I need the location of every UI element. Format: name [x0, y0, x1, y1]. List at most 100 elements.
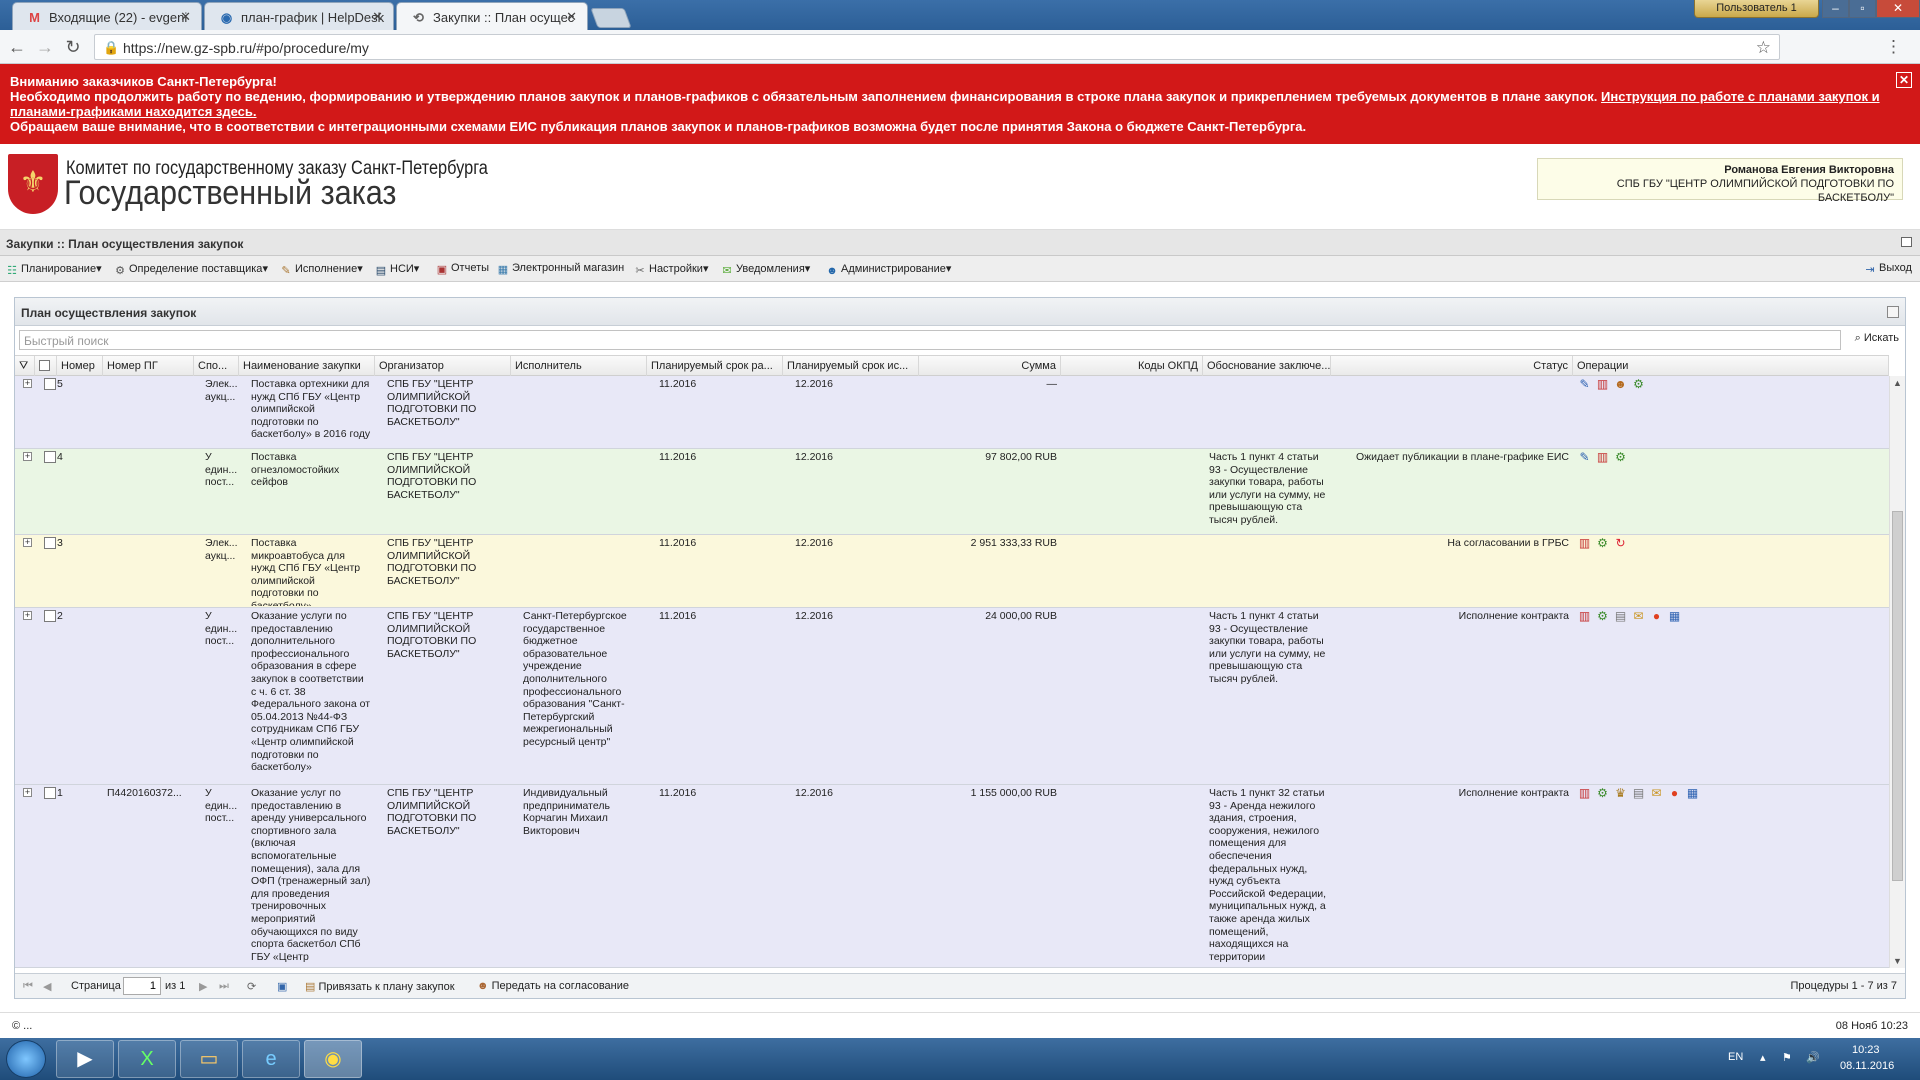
new-tab-button[interactable] — [590, 8, 632, 28]
prev-page-icon[interactable]: ◀ — [43, 980, 51, 993]
excel-icon[interactable]: X — [118, 1040, 176, 1078]
quick-search-input[interactable]: Быстрый поиск — [19, 330, 1841, 350]
chrome-icon[interactable]: ◉ — [304, 1040, 362, 1078]
clock-date[interactable]: 08.11.2016 — [1840, 1060, 1894, 1072]
operation-icon[interactable]: ▥ — [1595, 377, 1610, 392]
next-page-icon[interactable]: ▶ — [199, 980, 207, 993]
save-icon[interactable]: ▣ — [277, 980, 287, 993]
table-row[interactable]: +5 Элек... аукц... Поставка ортехники для … — [15, 376, 1889, 449]
menu-supplier[interactable]: ⚙ Определение поставщика▾ — [114, 262, 268, 277]
action-center-icon[interactable]: ⚑ — [1782, 1051, 1792, 1064]
filter-icon[interactable]: ⛛ — [15, 356, 35, 376]
row-checkbox[interactable] — [44, 610, 56, 622]
menu-eshop[interactable]: ▦ Электронный магазин — [497, 262, 624, 276]
col-executor[interactable]: Исполнитель — [511, 356, 647, 376]
volume-icon[interactable]: 🔊 — [1806, 1051, 1820, 1064]
operation-icon[interactable]: ✉ — [1631, 609, 1646, 624]
operation-icon[interactable]: ⚙ — [1613, 450, 1628, 465]
operation-icon[interactable]: ⚙ — [1595, 786, 1610, 801]
col-sum[interactable]: Сумма — [919, 356, 1061, 376]
operation-icon[interactable]: ✎ — [1577, 450, 1592, 465]
operation-icon[interactable]: ▦ — [1667, 609, 1682, 624]
col-status[interactable]: Статус — [1331, 356, 1573, 376]
collapse-icon[interactable] — [1901, 237, 1912, 247]
menu-nsi[interactable]: ▤ НСИ▾ — [375, 262, 420, 277]
expand-row-icon[interactable]: + — [23, 611, 32, 620]
profile-badge[interactable]: Пользователь 1 — [1694, 0, 1819, 18]
url-field[interactable]: 🔒 https://new.gz-spb.ru/#po/procedure/my… — [94, 34, 1780, 60]
row-checkbox[interactable] — [44, 537, 56, 549]
first-page-icon[interactable]: ⏮ — [23, 980, 33, 993]
menu-admin[interactable]: ☻ Администрирование▾ — [826, 262, 951, 277]
send-approval-button[interactable]: ☻ Передать на согласование — [477, 980, 629, 992]
forward-icon[interactable]: → — [34, 36, 56, 58]
tab-helpdesk[interactable]: ◉ план-график | HelpDesk ✕ — [204, 2, 394, 30]
page-input[interactable] — [123, 977, 161, 995]
language-indicator[interactable]: EN — [1728, 1051, 1743, 1063]
col-organizer[interactable]: Организатор — [375, 356, 511, 376]
operation-icon[interactable]: ⚙ — [1595, 609, 1610, 624]
expand-row-icon[interactable]: + — [23, 379, 32, 388]
tab-gmail[interactable]: M Входящие (22) - evgeni ✕ — [12, 2, 202, 30]
col-pg-number[interactable]: Номер ПГ — [103, 356, 194, 376]
maximize-button[interactable]: ▫ — [1849, 0, 1876, 18]
refresh-panel-icon[interactable] — [1887, 306, 1899, 318]
close-icon[interactable]: ✕ — [372, 9, 383, 25]
col-name[interactable]: Наименование закупки — [239, 356, 375, 376]
user-info-box[interactable]: Романова Евгения Викторовна СПБ ГБУ "ЦЕН… — [1537, 158, 1903, 204]
close-icon[interactable]: ✕ — [566, 9, 577, 25]
explorer-icon[interactable]: ▭ — [180, 1040, 238, 1078]
menu-execution[interactable]: ✎ Исполнение▾ — [280, 262, 362, 277]
scroll-up-icon[interactable]: ▲ — [1893, 378, 1902, 388]
vertical-scrollbar[interactable]: ▲ ▼ — [1889, 376, 1905, 968]
operation-icon[interactable]: ▥ — [1595, 450, 1610, 465]
start-button[interactable] — [6, 1040, 46, 1078]
back-icon[interactable]: ← — [6, 36, 28, 58]
scroll-down-icon[interactable]: ▼ — [1893, 956, 1902, 966]
operation-icon[interactable]: ▥ — [1577, 609, 1592, 624]
operation-icon[interactable]: ☻ — [1613, 377, 1628, 392]
menu-settings[interactable]: ✂ Настройки▾ — [634, 262, 708, 277]
reload-icon[interactable]: ↻ — [62, 36, 84, 58]
bookmark-star-icon[interactable]: ☆ — [1756, 38, 1771, 58]
col-plan-start[interactable]: Планируемый срок ра... — [647, 356, 783, 376]
operation-icon[interactable]: ▥ — [1577, 786, 1592, 801]
col-okpd[interactable]: Коды ОКПД — [1061, 356, 1203, 376]
last-page-icon[interactable]: ⏭ — [219, 980, 229, 993]
menu-reports[interactable]: ▣ Отчеты — [436, 262, 489, 276]
operation-icon[interactable]: ↻ — [1613, 536, 1628, 551]
media-player-icon[interactable]: ▶ — [56, 1040, 114, 1078]
col-operations[interactable]: Операции — [1573, 356, 1889, 376]
tray-arrow-icon[interactable]: ▴ — [1760, 1051, 1766, 1064]
col-plan-end[interactable]: Планируемый срок ис... — [783, 356, 919, 376]
table-row[interactable]: +2 У един... пост... Оказание услуги по пр… — [15, 608, 1889, 785]
col-basis[interactable]: Обоснование заключе... — [1203, 356, 1331, 376]
operation-icon[interactable]: ⚙ — [1595, 536, 1610, 551]
select-all-checkbox[interactable] — [35, 356, 57, 376]
operation-icon[interactable]: ✎ — [1577, 377, 1592, 392]
expand-row-icon[interactable]: + — [23, 538, 32, 547]
notice-close-icon[interactable]: ✕ — [1896, 72, 1912, 88]
table-row[interactable]: +4 У един... пост... Поставка огнезломосто… — [15, 449, 1889, 535]
row-checkbox[interactable] — [44, 378, 56, 390]
refresh-icon[interactable]: ⟳ — [247, 980, 256, 993]
scroll-thumb[interactable] — [1892, 511, 1903, 881]
tab-procurement[interactable]: ⟲ Закупки :: План осущес ✕ — [396, 2, 588, 30]
row-checkbox[interactable] — [44, 451, 56, 463]
attach-plan-button[interactable]: ▤ Привязать к плану закупок — [305, 980, 455, 993]
menu-planning[interactable]: ☷ Планирование▾ — [6, 262, 102, 277]
operation-icon[interactable]: ▥ — [1577, 536, 1592, 551]
clock-time[interactable]: 10:23 — [1852, 1044, 1880, 1056]
minimize-button[interactable]: ‒ — [1822, 0, 1849, 18]
operation-icon[interactable]: ⚙ — [1631, 377, 1646, 392]
browser-menu-icon[interactable]: ⋮ — [1885, 37, 1902, 57]
col-method[interactable]: Спо... — [194, 356, 239, 376]
operation-icon[interactable]: ▦ — [1685, 786, 1700, 801]
row-checkbox[interactable] — [44, 787, 56, 799]
close-icon[interactable]: ✕ — [180, 9, 191, 25]
close-window-button[interactable]: ✕ — [1876, 0, 1920, 18]
table-row[interactable]: +3 Элек... аукц... Поставка микроавтобуса … — [15, 535, 1889, 608]
ie-icon[interactable]: e — [242, 1040, 300, 1078]
table-row[interactable]: +1 П4420160372... У един... пост... Оказани… — [15, 785, 1889, 968]
search-button[interactable]: ⌕ Искать — [1855, 332, 1899, 345]
